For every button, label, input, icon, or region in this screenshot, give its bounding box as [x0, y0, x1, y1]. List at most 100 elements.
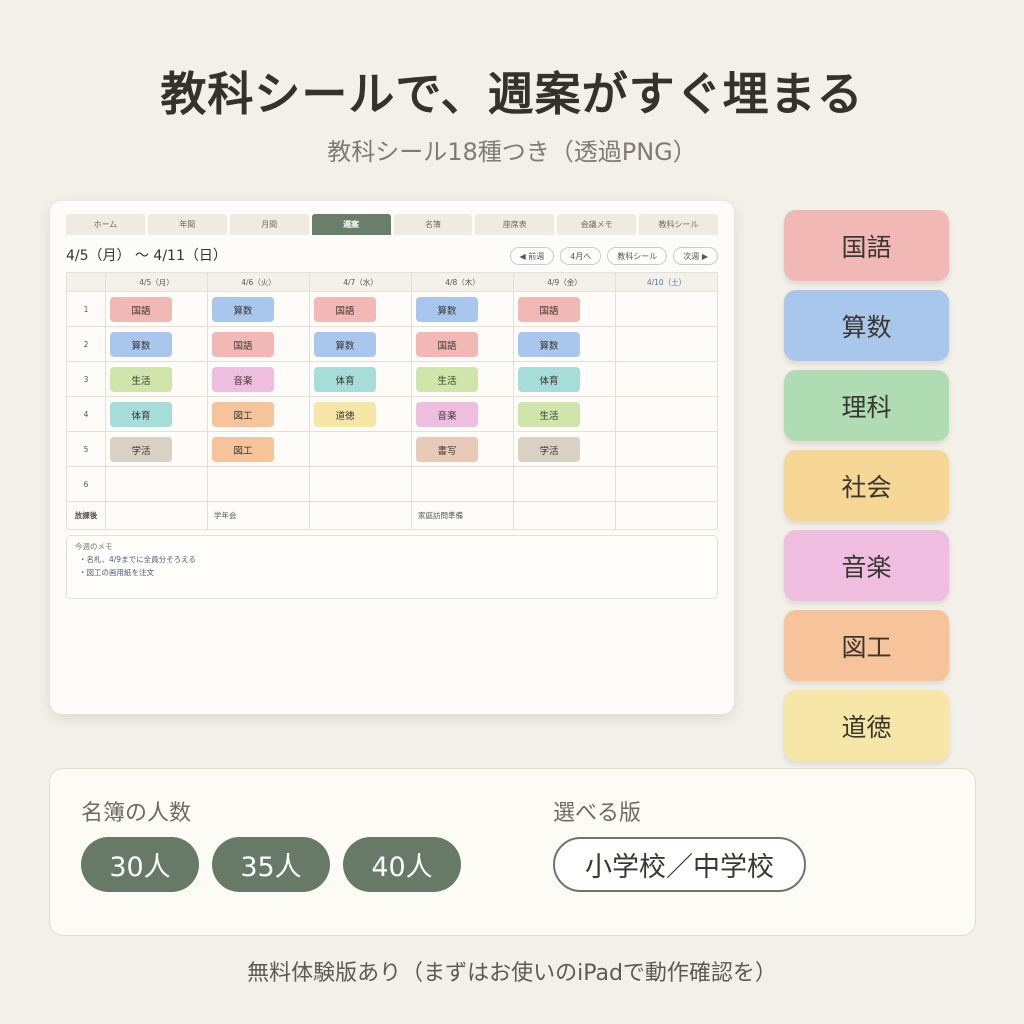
next-week-button[interactable]: 次週 ▶ — [673, 247, 718, 265]
prev-week-button[interactable]: ◀ 前週 — [509, 247, 555, 265]
period-number: 3 — [83, 374, 89, 384]
period-number: 4 — [83, 409, 89, 419]
edition-label: 選べる版 — [553, 801, 642, 826]
subject-sticker[interactable]: 道徳 — [314, 402, 376, 427]
timetable-cell[interactable]: 算数 — [513, 327, 615, 361]
timetable-cell[interactable]: 国語 — [309, 292, 411, 326]
timetable-cell[interactable]: 国語 — [411, 327, 513, 361]
week-nav: ◀ 前週 4月へ 教科シール 次週 ▶ — [509, 247, 718, 265]
timetable-cell[interactable]: 音楽 — [411, 397, 513, 431]
options-panel: 名簿の人数 30人 35人 40人 選べる版 小学校／中学校 — [49, 768, 976, 936]
subject-sticker[interactable]: 国語 — [110, 297, 172, 322]
day-header: 4/10（土） — [615, 273, 717, 291]
timetable-cell[interactable]: 算数 — [411, 292, 513, 326]
timetable-header-row: 4/5（月） 4/6（火） 4/7（水） 4/8（木） 4/9（金） 4/10（土） — [67, 273, 717, 292]
timetable-cell[interactable] — [615, 362, 717, 396]
stickers-button[interactable]: 教科シール — [607, 247, 668, 265]
timetable-cell[interactable]: 体育 — [105, 397, 207, 431]
subject-sticker[interactable]: 算数 — [314, 332, 376, 357]
timetable-cell[interactable]: 生活 — [513, 397, 615, 431]
after-school-cell[interactable] — [105, 502, 207, 529]
day-header: 4/9（金） — [513, 273, 615, 291]
day-header: 4/5（月） — [105, 273, 207, 291]
subject-sticker[interactable]: 体育 — [314, 367, 376, 392]
sticker-sample: 理科 — [784, 370, 949, 441]
weekly-memo[interactable]: 今週のメモ ・名札、4/9までに全員分そろえる ・図工の画用紙を注文 — [66, 535, 718, 599]
timetable-cell[interactable]: 生活 — [105, 362, 207, 396]
tab-item[interactable]: 教科シール — [639, 214, 718, 235]
month-view-button[interactable]: 4月へ — [560, 247, 602, 265]
subject-sticker[interactable]: 国語 — [314, 297, 376, 322]
period-row: 6 — [67, 467, 717, 502]
subject-sticker[interactable]: 音楽 — [416, 402, 478, 427]
subject-sticker[interactable]: 学活 — [518, 437, 580, 462]
subject-sticker[interactable]: 図工 — [212, 402, 274, 427]
timetable-cell[interactable] — [309, 432, 411, 466]
period-row: 1 国語 算数 国語 算数 国語 — [67, 292, 717, 327]
after-school-cell[interactable] — [309, 502, 411, 529]
period-row: 4 体育 図工 道徳 音楽 生活 — [67, 397, 717, 432]
timetable-cell[interactable]: 算数 — [309, 327, 411, 361]
timetable-cell[interactable]: 音楽 — [207, 362, 309, 396]
subject-sticker[interactable]: 生活 — [416, 367, 478, 392]
sticker-sample: 算数 — [784, 290, 949, 361]
timetable-cell[interactable] — [615, 327, 717, 361]
subject-sticker[interactable]: 生活 — [110, 367, 172, 392]
timetable-cell[interactable] — [411, 467, 513, 501]
subject-sticker[interactable]: 音楽 — [212, 367, 274, 392]
timetable-cell[interactable]: 学活 — [105, 432, 207, 466]
timetable-cell[interactable]: 学活 — [513, 432, 615, 466]
subject-sticker[interactable]: 国語 — [416, 332, 478, 357]
timetable-cell[interactable]: 体育 — [309, 362, 411, 396]
timetable-cell[interactable] — [615, 467, 717, 501]
after-school-cell[interactable]: 家庭訪問準備 — [411, 502, 513, 529]
timetable-cell[interactable] — [615, 292, 717, 326]
subject-sticker[interactable]: 体育 — [110, 402, 172, 427]
timetable-cell[interactable]: 算数 — [207, 292, 309, 326]
timetable-cell[interactable]: 国語 — [207, 327, 309, 361]
timetable-cell[interactable]: 図工 — [207, 397, 309, 431]
tab-item[interactable]: 名簿 — [393, 214, 473, 235]
timetable-cell[interactable]: 国語 — [513, 292, 615, 326]
timetable-cell[interactable] — [615, 432, 717, 466]
timetable-cell[interactable] — [207, 467, 309, 501]
timetable-cell[interactable] — [105, 467, 207, 501]
tab-item[interactable]: 週案 — [311, 214, 391, 235]
subject-sticker[interactable]: 体育 — [518, 367, 580, 392]
footer-note: 無料体験版あり（まずはお使いのiPadで動作確認を） — [247, 961, 777, 986]
subject-sticker[interactable]: 生活 — [518, 402, 580, 427]
after-school-cell[interactable] — [615, 502, 717, 529]
timetable-cell[interactable]: 図工 — [207, 432, 309, 466]
tab-item[interactable]: 会議メモ — [557, 214, 637, 235]
sticker-sample: 図工 — [784, 610, 949, 681]
period-row: 5 学活 図工 書写 学活 — [67, 432, 717, 467]
timetable-cell[interactable]: 算数 — [105, 327, 207, 361]
timetable-cell[interactable]: 国語 — [105, 292, 207, 326]
timetable-cell[interactable] — [309, 467, 411, 501]
after-school-cell[interactable] — [513, 502, 615, 529]
tab-bar: ホーム 年間 月間 週案 名簿 座席表 会議メモ 教科シール — [66, 214, 718, 235]
subject-sticker[interactable]: 算数 — [416, 297, 478, 322]
subject-sticker[interactable]: 国語 — [518, 297, 580, 322]
timetable-cell[interactable]: 道徳 — [309, 397, 411, 431]
timetable-cell[interactable] — [513, 467, 615, 501]
subject-sticker[interactable]: 図工 — [212, 437, 274, 462]
roster-size-label: 名簿の人数 — [81, 801, 192, 826]
tab-item[interactable]: 月間 — [229, 214, 309, 235]
tab-item[interactable]: 年間 — [147, 214, 227, 235]
after-school-cell[interactable]: 学年会 — [207, 502, 309, 529]
tab-item[interactable]: 座席表 — [475, 214, 555, 235]
subject-sticker[interactable]: 算数 — [110, 332, 172, 357]
timetable-cell[interactable] — [615, 397, 717, 431]
subject-sticker[interactable]: 算数 — [212, 297, 274, 322]
timetable-cell[interactable]: 生活 — [411, 362, 513, 396]
subject-sticker[interactable]: 学活 — [110, 437, 172, 462]
day-header: 4/6（火） — [207, 273, 309, 291]
tab-item[interactable]: ホーム — [66, 214, 145, 235]
subject-sticker[interactable]: 書写 — [416, 437, 478, 462]
timetable-cell[interactable]: 体育 — [513, 362, 615, 396]
subject-sticker[interactable]: 国語 — [212, 332, 274, 357]
subject-sticker[interactable]: 算数 — [518, 332, 580, 357]
timetable-cell[interactable]: 書写 — [411, 432, 513, 466]
day-header: 4/8（木） — [411, 273, 513, 291]
